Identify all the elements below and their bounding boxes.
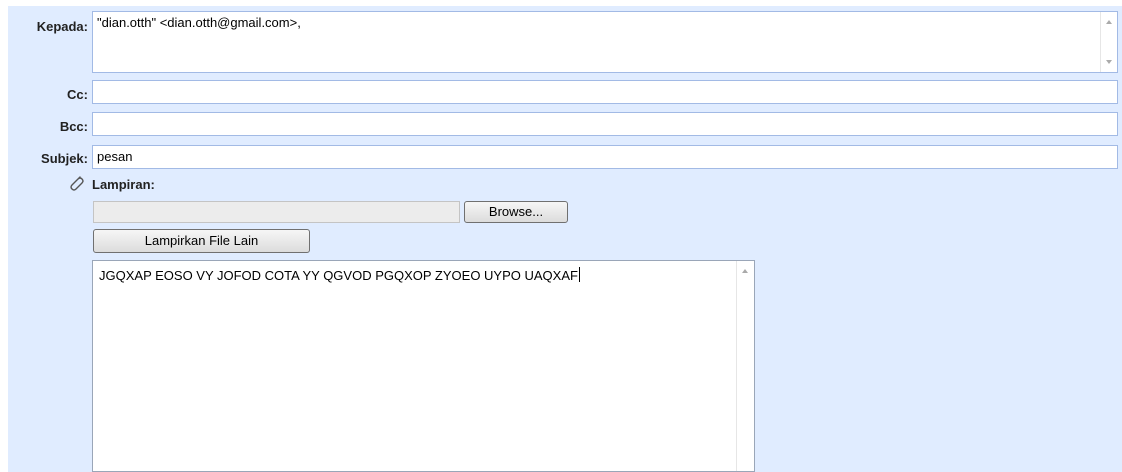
subject-field[interactable]: pesan: [92, 145, 1118, 169]
to-scrollbar[interactable]: [1100, 12, 1117, 72]
scroll-down-icon[interactable]: [1106, 60, 1112, 64]
body-text: JGQXAP EOSO VY JOFOD COTA YY QGVOD PGQXO…: [99, 268, 578, 283]
subject-value: pesan: [97, 149, 133, 164]
scroll-up-icon[interactable]: [1106, 20, 1112, 24]
to-value: "dian.otth" <dian.otth@gmail.com>,: [97, 15, 301, 30]
paperclip-icon: [70, 176, 84, 191]
body-scrollbar[interactable]: [736, 261, 754, 471]
bcc-label: Bcc:: [59, 119, 88, 134]
scroll-up-icon[interactable]: [742, 269, 748, 273]
bcc-field[interactable]: [92, 112, 1118, 136]
cc-label: Cc:: [67, 87, 88, 102]
file-path-input[interactable]: [93, 201, 460, 223]
browse-button[interactable]: Browse...: [464, 201, 568, 223]
attachment-label: Lampiran:: [92, 177, 155, 192]
cc-field[interactable]: [92, 80, 1118, 104]
to-field[interactable]: "dian.otth" <dian.otth@gmail.com>,: [92, 11, 1118, 73]
add-file-button[interactable]: Lampirkan File Lain: [93, 229, 310, 253]
message-body[interactable]: JGQXAP EOSO VY JOFOD COTA YY QGVOD PGQXO…: [92, 260, 755, 472]
text-cursor: [578, 267, 580, 282]
subject-label: Subjek:: [41, 151, 88, 166]
to-label: Kepada:: [36, 19, 88, 34]
